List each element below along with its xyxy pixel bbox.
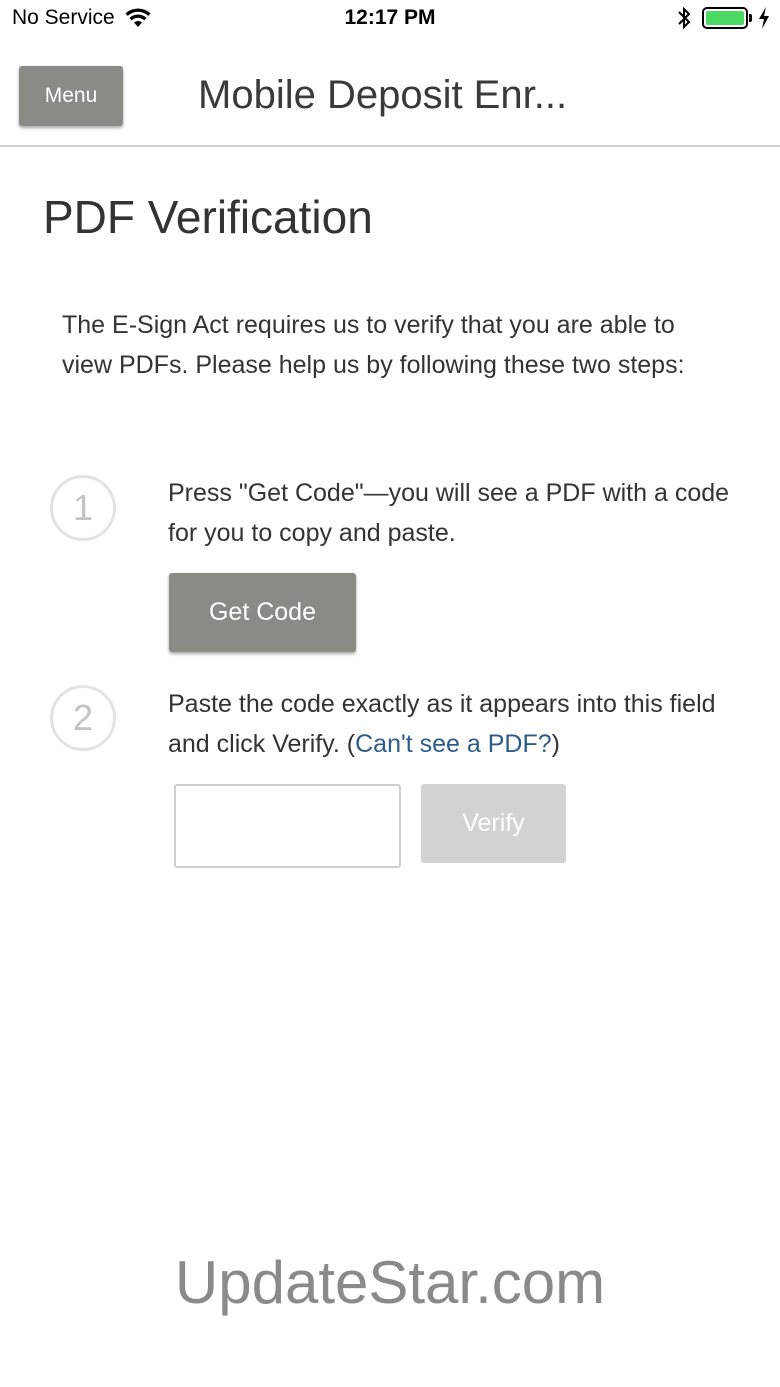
- status-time: 12:17 PM: [344, 6, 436, 29]
- step-2-text-after: ): [551, 729, 560, 758]
- app-header: Menu Mobile Deposit Enr...: [0, 40, 780, 147]
- cant-see-pdf-link[interactable]: Can't see a PDF?: [355, 730, 552, 758]
- intro-text: The E-Sign Act requires us to verify tha…: [62, 311, 685, 379]
- page-title: PDF Verification: [43, 191, 373, 243]
- battery-cap: [749, 14, 752, 22]
- charging-icon: [759, 7, 769, 29]
- status-right: [676, 6, 770, 30]
- verify-button[interactable]: Verify: [421, 784, 566, 863]
- step-1-number: 1: [50, 475, 116, 541]
- status-bar: No Service 12:17 PM: [0, 0, 780, 40]
- bluetooth-icon: [678, 6, 691, 30]
- step-1-text: Press "Get Code"—you will see a PDF with…: [168, 479, 730, 547]
- get-code-button[interactable]: Get Code: [169, 573, 356, 652]
- battery-level: [706, 11, 744, 25]
- step-2-number: 2: [50, 685, 116, 751]
- menu-button[interactable]: Menu: [19, 66, 123, 126]
- step-2-text: Paste the code exactly as it appears int…: [168, 685, 738, 764]
- header-title: Mobile Deposit Enr...: [198, 73, 568, 117]
- watermark: UpdateStar.com: [174, 1249, 606, 1316]
- battery-icon: [702, 7, 748, 29]
- code-input[interactable]: [174, 784, 401, 868]
